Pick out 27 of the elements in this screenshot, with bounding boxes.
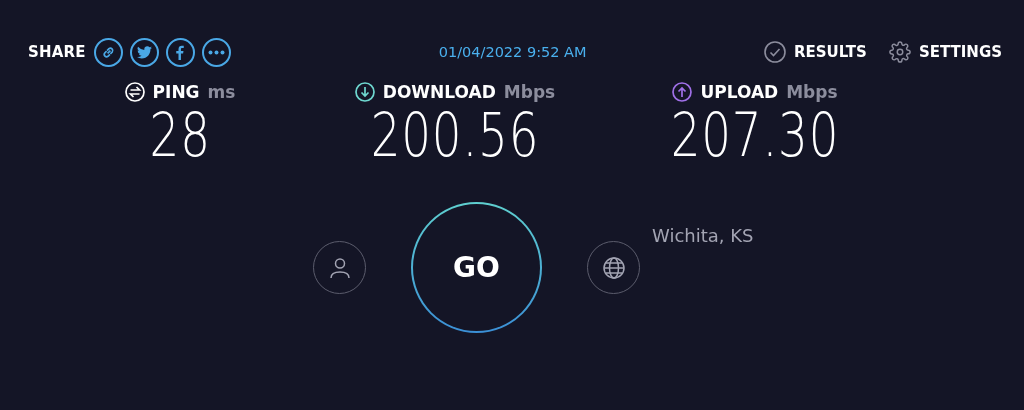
facebook-icon — [176, 44, 185, 60]
results-link[interactable]: RESULTS — [764, 41, 867, 63]
share-button[interactable] — [93, 37, 123, 67]
metric-label: PING — [152, 82, 200, 102]
metric-unit: Mbps — [503, 82, 556, 102]
metric-label: UPLOAD — [700, 82, 779, 102]
more-icon — [207, 49, 225, 55]
globe-icon — [601, 255, 626, 280]
share-label: SHARE — [28, 43, 86, 61]
metric-value: 207.30 — [670, 102, 840, 168]
server-location: Wichita, KS — [652, 225, 754, 246]
settings-link[interactable]: SETTINGS — [888, 41, 1002, 63]
metric-value: 28 — [149, 102, 211, 168]
share-button[interactable] — [129, 37, 159, 67]
share-button[interactable] — [201, 37, 231, 67]
user-icon — [327, 255, 352, 280]
link-icon — [100, 44, 116, 60]
metric-unit: Mbps — [786, 82, 838, 102]
settings-icon — [888, 41, 911, 63]
check-circle-icon — [764, 41, 786, 63]
bird-icon — [136, 45, 152, 59]
metric-value: 200.56 — [370, 102, 540, 168]
share-button[interactable] — [165, 37, 195, 67]
go-button[interactable]: GO — [411, 202, 542, 333]
metric-unit: ms — [207, 82, 236, 102]
test-datetime: 01/04/2022 9:52 AM — [438, 44, 588, 60]
metric-label: DOWNLOAD — [382, 82, 496, 102]
